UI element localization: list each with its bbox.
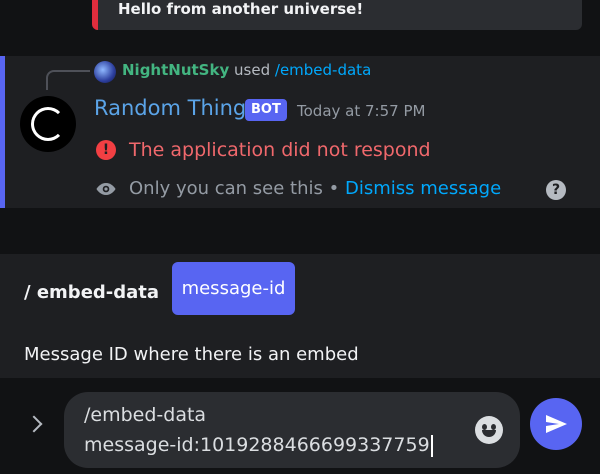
only-you-label: Only you can see this: [129, 178, 323, 199]
dismiss-message-link[interactable]: Dismiss message: [345, 178, 501, 199]
previous-embed: Hello from another universe!: [92, 0, 582, 30]
emoji-icon[interactable]: [475, 416, 503, 444]
bot-avatar[interactable]: [20, 96, 76, 152]
option-description: Message ID where there is an embed: [24, 344, 359, 365]
message-input[interactable]: /embed-data message-id:10192884666993377…: [64, 392, 520, 468]
input-line-command[interactable]: /embed-data: [84, 404, 206, 426]
command-name: / embed-data: [24, 282, 160, 303]
embed-accent-bar: [92, 0, 98, 30]
message-composer: /embed-data message-id:10192884666993377…: [0, 378, 600, 474]
embed-description: Hello from another universe!: [118, 0, 364, 18]
author-name[interactable]: Random Thing: [94, 96, 246, 120]
reply-command[interactable]: /embed-data: [275, 61, 371, 79]
option-chip-message-id[interactable]: message-id: [172, 262, 295, 315]
error-icon: !: [96, 140, 116, 160]
avatar-ring-icon: [31, 107, 65, 141]
eye-icon: [96, 183, 116, 195]
notice-separator: •: [328, 178, 340, 199]
text-caret: [430, 434, 433, 457]
ephemeral-notice: Only you can see this • Dismiss message: [129, 178, 501, 199]
list-spacer: [0, 208, 600, 254]
command-options-panel: / embed-data message-id Message ID where…: [0, 254, 600, 378]
message-timestamp: Today at 7:57 PM: [297, 102, 426, 120]
send-icon: [546, 415, 567, 433]
input-line-option[interactable]: message-id:1019288466699337759: [84, 434, 433, 457]
bot-tag: BOT: [245, 99, 287, 121]
message-list-top: Hello from another universe!: [0, 0, 600, 56]
chevron-right-icon[interactable]: [25, 415, 43, 433]
ephemeral-message: NightNutSky used /embed-data Random Thin…: [0, 56, 600, 208]
input-option-value[interactable]: message-id:1019288466699337759: [84, 434, 430, 456]
reply-used-label: used: [234, 61, 271, 79]
help-icon[interactable]: ?: [546, 180, 566, 200]
reply-avatar[interactable]: [94, 61, 116, 83]
reply-username[interactable]: NightNutSky: [122, 61, 229, 79]
reply-spine: [46, 70, 90, 90]
send-button[interactable]: [530, 398, 582, 450]
error-text: The application did not respond: [129, 139, 431, 161]
reply-context[interactable]: NightNutSky used /embed-data: [122, 61, 371, 79]
highlight-bar: [0, 56, 5, 208]
emoji-mouth: [482, 430, 496, 437]
